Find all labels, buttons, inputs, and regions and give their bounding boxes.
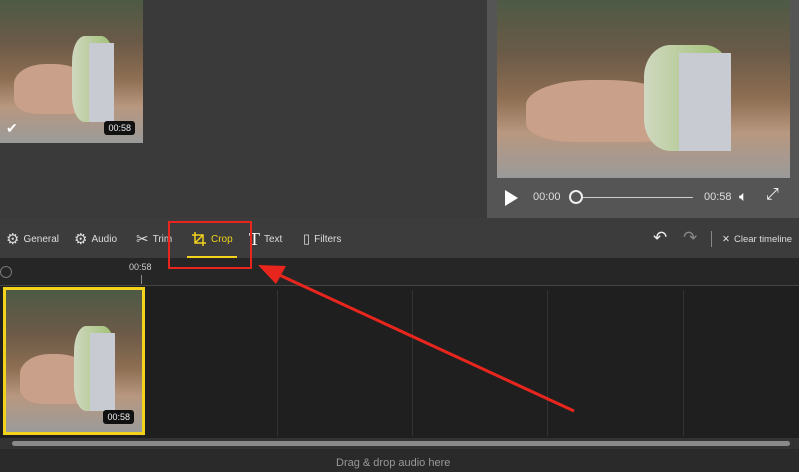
annotation-arrow [258, 265, 575, 413]
